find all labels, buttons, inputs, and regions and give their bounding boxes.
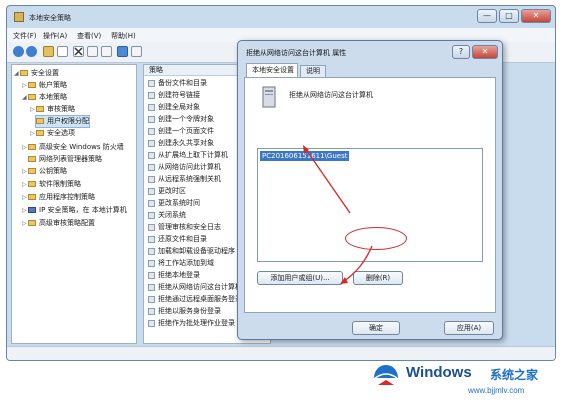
arrow-from-remove-line — [342, 245, 373, 283]
annotation-arrows — [303, 145, 373, 284]
arrow-to-user-line — [304, 147, 351, 214]
windows-logo-icon — [374, 365, 398, 385]
watermark-brand: Windows — [406, 364, 472, 381]
watermark-url: www.bjjmlv.com — [468, 386, 525, 395]
remove-button-highlight — [345, 227, 407, 250]
watermark: Windows 系统之家 www.bjjmlv.com — [372, 358, 562, 408]
watermark-tagline: 系统之家 — [490, 368, 539, 382]
arrow-from-remove-head — [340, 277, 348, 284]
